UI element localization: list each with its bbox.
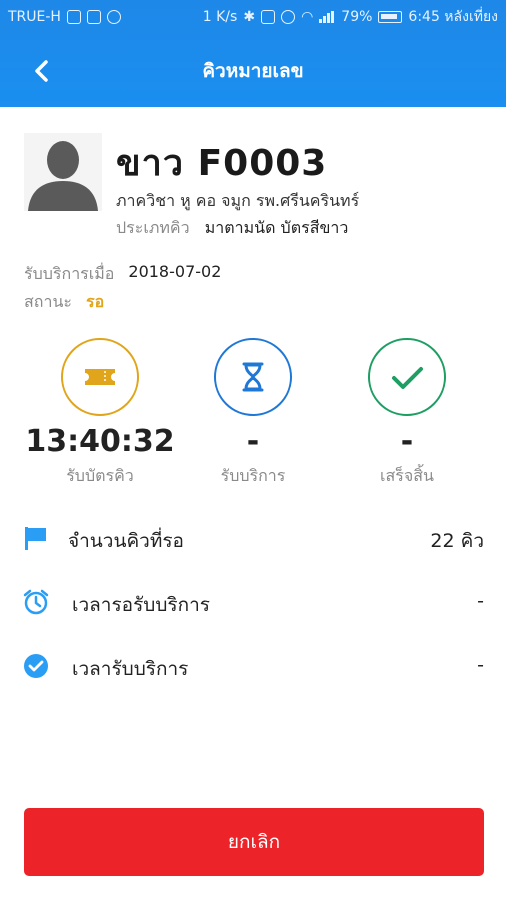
step-label: เสร็จสิ้น xyxy=(380,466,434,485)
page-title: คิวหมายเลข xyxy=(202,59,304,82)
step-ticket: 13:40:32 รับบัตรคิว xyxy=(20,338,180,489)
bluetooth-icon: ✱ xyxy=(243,9,256,25)
status-row: สถานะ รอ xyxy=(24,290,221,318)
step-label: รับบริการ xyxy=(220,466,286,485)
queue-number: ขาว F0003 xyxy=(116,143,328,184)
detail-label: จำนวนคิวที่รอ xyxy=(68,530,184,552)
detail-value: 22 คิว xyxy=(430,530,484,552)
status-label: สถานะ xyxy=(24,292,72,311)
queue-type-row: ประเภทคิว มาตามนัด บัตรสีขาว xyxy=(116,216,348,241)
signal-icon xyxy=(319,11,335,23)
notification-icon xyxy=(66,10,81,24)
progress-steps: 13:40:32 รับบัตรคิว - รับบริการ - เสร็จส… xyxy=(0,338,506,498)
vibrate-icon xyxy=(261,10,276,24)
step-label: รับบัตรคิว xyxy=(66,466,134,485)
chevron-left-icon xyxy=(35,60,48,82)
flag-icon xyxy=(25,527,46,550)
queue-type-value: มาตามนัด บัตรสีขาว xyxy=(204,218,349,237)
alarm-icon xyxy=(281,10,296,24)
alarm-clock-icon xyxy=(23,589,49,615)
service-date-value: 2018-07-02 xyxy=(128,262,222,281)
status-bar: TRUE-H 1 K/s ✱ ◠ 79% 6:45 หลังเที่ยง xyxy=(0,0,506,34)
title-bar: คิวหมายเลข xyxy=(0,34,506,107)
chart-icon xyxy=(86,10,101,24)
status-value: รอ xyxy=(85,292,105,311)
battery-percent: 79% xyxy=(341,9,373,25)
cancel-button[interactable]: ยกเลิก xyxy=(24,808,484,876)
hourglass-icon xyxy=(214,338,292,416)
list-item-service-time: เวลารับบริการ - xyxy=(0,640,506,696)
status-left: TRUE-H xyxy=(8,9,121,25)
step-service: - รับบริการ xyxy=(173,338,333,489)
step-time: - xyxy=(400,424,414,459)
service-date-label: รับบริการเมื่อ xyxy=(24,264,115,283)
detail-label: เวลารับบริการ xyxy=(72,658,189,680)
messenger-icon xyxy=(106,10,121,24)
wifi-icon: ◠ xyxy=(301,9,314,25)
network-speed: 1 K/s xyxy=(202,9,238,25)
ticket-profile: ขาว F0003 ภาควิชา หู คอ จมูก รพ.ศรีนคริน… xyxy=(24,128,494,238)
step-time: - xyxy=(246,424,260,459)
battery-icon xyxy=(378,11,403,23)
avatar xyxy=(24,133,102,211)
step-done: - เสร็จสิ้น xyxy=(327,338,487,489)
service-date-row: รับบริการเมื่อ 2018-07-02 xyxy=(24,262,221,290)
detail-value: - xyxy=(477,590,484,612)
ticket-icon xyxy=(61,338,139,416)
status-right: 1 K/s ✱ ◠ 79% 6:45 หลังเที่ยง xyxy=(203,6,498,28)
detail-value: - xyxy=(477,654,484,676)
carrier-label: TRUE-H xyxy=(8,9,61,25)
back-button[interactable] xyxy=(26,54,60,88)
step-time: 13:40:32 xyxy=(25,424,175,459)
clock: 6:45 หลังเที่ยง xyxy=(408,9,498,25)
queue-type-label: ประเภทคิว xyxy=(116,218,190,237)
service-info: รับบริการเมื่อ 2018-07-02 สถานะ รอ xyxy=(24,262,221,318)
detail-label: เวลารอรับบริการ xyxy=(72,594,211,616)
check-icon xyxy=(368,338,446,416)
check-circle-icon xyxy=(24,654,48,678)
list-item-wait-time: เวลารอรับบริการ - xyxy=(0,576,506,632)
app-bar: TRUE-H 1 K/s ✱ ◠ 79% 6:45 หลังเที่ยง คิว… xyxy=(0,0,506,107)
department: ภาควิชา หู คอ จมูก รพ.ศรีนครินทร์ xyxy=(116,191,360,210)
list-item-waiting-count: จำนวนคิวที่รอ 22 คิว xyxy=(0,512,506,568)
